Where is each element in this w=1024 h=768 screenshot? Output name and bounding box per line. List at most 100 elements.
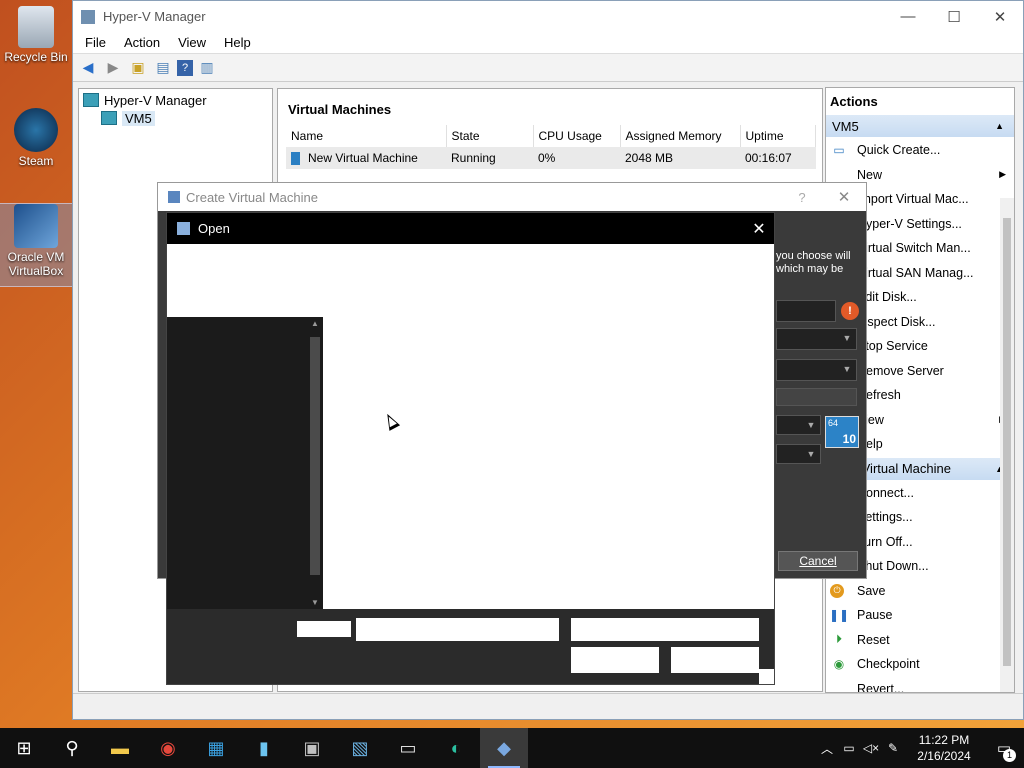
file-dialog-footer [167,609,774,684]
info-text: you choose will which may be [776,250,851,275]
menu-view[interactable]: View [169,35,215,50]
file-name-label [297,621,351,637]
close-icon[interactable]: ✕ [744,219,774,239]
clock[interactable]: 11:22 PM 2/16/2024 [904,732,984,764]
close-button[interactable]: ✕ [822,188,866,206]
hyperv-manager-icon [83,93,99,107]
scrollbar-thumb[interactable] [310,337,320,575]
collapse-icon: ▲ [995,121,1004,131]
desktop-icon-steam[interactable]: Steam [0,108,72,168]
save-icon: ⏻ [830,583,844,598]
table-row[interactable]: New Virtual Machine Running 0% 2048 MB 0… [286,147,816,169]
scroll-down-icon[interactable]: ▼ [307,598,323,607]
maximize-button[interactable]: ☐ [931,1,977,32]
submenu-arrow-icon: ▶ [999,169,1006,180]
taskbar: ⊞ ⚲ ▬ ◉ ▦ ▮ ▣ ▧ ▭ ◐ ◆ ︿ ▭ ◁× ✎ 11:22 PM … [0,728,1024,768]
chrome-icon[interactable]: ◉ [144,728,192,768]
back-arrow-icon[interactable]: ◀ [77,57,99,79]
actions-group-vm5[interactable]: VM5 ▲ [826,115,1014,137]
resize-grip[interactable] [759,669,774,684]
network-icon[interactable]: ▭ [838,741,860,755]
create-vm-titlebar[interactable]: Create Virtual Machine ? ✕ [158,183,866,211]
action-pause[interactable]: ❚❚ Pause [826,603,1014,628]
navigation-pane[interactable] [167,317,323,609]
show-hide-action-pane-icon[interactable]: ▥ [196,57,218,79]
file-name-input[interactable] [356,618,559,641]
open-file-dialog: Open ✕ ▲ ▼ [166,212,775,685]
column-header-cpu[interactable]: CPU Usage [533,125,621,147]
recycle-bin-icon [18,6,54,48]
virtualbox-taskbar-icon[interactable]: ◆ [480,728,528,768]
edge-icon[interactable]: ◐ [432,728,480,768]
window-title: Hyper-V Manager [103,9,206,24]
action-checkpoint[interactable]: ◉ Checkpoint [826,652,1014,677]
search-icon[interactable]: ⚲ [48,728,96,768]
menu-bar: File Action View Help [73,32,1023,54]
help-button[interactable]: ? [782,190,822,205]
image-viewer-icon[interactable]: ▣ [288,728,336,768]
name-field[interactable] [776,300,836,322]
column-header-name[interactable]: Name [286,125,447,147]
file-type-select[interactable] [571,618,759,641]
notification-center-icon[interactable]: ▭ 1 [984,739,1024,762]
toolbar: ◀ ▶ ▣ ▤ ? ▥ [73,54,1023,82]
virtualbox-icon [168,191,180,203]
action-save[interactable]: ⏻ Save [826,579,1014,604]
vm-table: Name State CPU Usage Assigned Memory Upt… [286,125,816,169]
desktop-icon-virtualbox[interactable]: Oracle VM VirtualBox [0,203,73,287]
action-quick-create[interactable]: ▭ Quick Create... [826,138,1014,163]
building-icon[interactable]: ▦ [192,728,240,768]
cancel-button[interactable]: Cancel [778,551,858,571]
system-tray: ︿ ▭ ◁× ✎ 11:22 PM 2/16/2024 ▭ 1 [816,728,1024,768]
virtualbox-icon [14,204,58,248]
chevron-down-icon: ▼ [806,449,816,459]
tree-item-hyperv-manager[interactable]: Hyper-V Manager [79,91,272,109]
notification-badge: 1 [1003,749,1016,762]
help-icon[interactable]: ? [177,59,193,76]
forward-arrow-icon[interactable]: ▶ [102,57,124,79]
navigation-scrollbar[interactable]: ▲ ▼ [307,317,323,609]
action-reset[interactable]: ⏵ Reset [826,628,1014,653]
open-dialog-titlebar[interactable]: Open ✕ [167,213,774,244]
minimize-button[interactable]: — [885,1,931,32]
actions-scrollbar[interactable] [1000,198,1014,692]
chevron-down-icon: ▼ [842,364,852,374]
start-button[interactable]: ⊞ [0,728,48,768]
terminal-icon[interactable]: ▭ [384,728,432,768]
scrollbar-thumb[interactable] [1003,218,1011,666]
remote-desktop-icon[interactable]: ▧ [336,728,384,768]
menu-action[interactable]: Action [115,35,169,50]
desktop-icon-recycle-bin[interactable]: Recycle Bin [0,6,72,64]
chevron-down-icon: ▼ [842,333,852,343]
section-title: Virtual Machines [288,102,392,117]
tree-item-vm5[interactable]: VM5 [79,109,272,127]
steam-icon [14,108,58,152]
up-folder-icon[interactable]: ▣ [127,57,149,79]
pause-icon: ❚❚ [828,608,850,623]
cancel-button[interactable] [671,647,759,673]
column-header-memory[interactable]: Assigned Memory [620,125,741,147]
warning-icon: ! [841,302,859,320]
vm-icon [291,152,300,166]
chevron-down-icon: ▼ [806,420,816,430]
menu-file[interactable]: File [76,35,115,50]
column-header-uptime[interactable]: Uptime [740,125,816,147]
file-explorer-icon[interactable]: ▬ [96,728,144,768]
quick-create-icon: ▭ [833,143,845,158]
actions-heading: Actions [830,94,878,109]
virtualbox-icon [177,222,190,235]
server-icon [101,111,117,125]
close-button[interactable]: ✕ [977,1,1023,32]
open-button[interactable] [571,647,659,673]
show-hide-tree-icon[interactable]: ▤ [152,57,174,79]
checkpoint-icon: ◉ [833,657,845,672]
action-revert[interactable]: Revert... [826,677,1014,692]
volume-muted-icon[interactable]: ◁× [860,741,882,755]
column-header-state[interactable]: State [446,125,534,147]
hyperv-titlebar[interactable]: Hyper-V Manager — ☐ ✕ [73,1,1023,32]
menu-help[interactable]: Help [215,35,260,50]
scroll-up-icon[interactable]: ▲ [307,319,323,328]
chevron-up-icon[interactable]: ︿ [816,740,838,757]
pen-icon[interactable]: ✎ [882,741,904,755]
notes-app-icon[interactable]: ▮ [240,728,288,768]
